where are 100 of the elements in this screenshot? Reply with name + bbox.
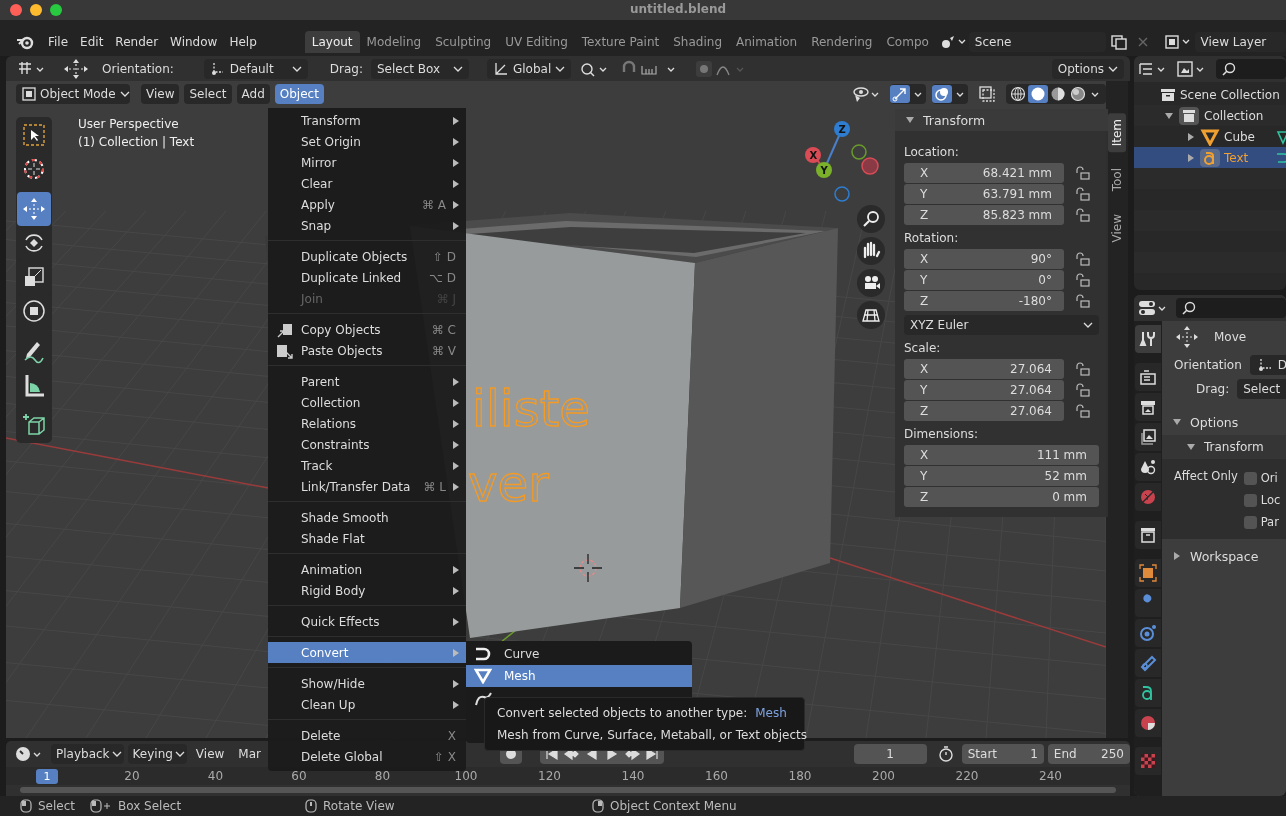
expand-icon[interactable] bbox=[1186, 442, 1196, 452]
wireframe-shading-icon[interactable] bbox=[1008, 85, 1028, 103]
menu-item[interactable]: Curve bbox=[466, 643, 692, 665]
hand-icon[interactable] bbox=[857, 237, 885, 265]
camera-icon[interactable] bbox=[857, 269, 885, 297]
scene-tab[interactable] bbox=[1135, 453, 1161, 481]
lock-icon[interactable] bbox=[1074, 362, 1090, 376]
menu-item[interactable]: Delete Global ⇧ X bbox=[268, 746, 466, 767]
expand-icon[interactable] bbox=[1172, 417, 1182, 427]
drag-dropdown[interactable]: Select bbox=[1237, 379, 1286, 399]
expand-icon[interactable] bbox=[1186, 131, 1196, 142]
checkbox-label[interactable]: Par bbox=[1260, 515, 1279, 529]
menu-item[interactable]: Link/Transfer Data ⌘ L bbox=[268, 476, 466, 497]
options-dropdown[interactable]: Options bbox=[1051, 58, 1124, 79]
gizmo-toggle[interactable] bbox=[890, 84, 926, 104]
render-tab[interactable] bbox=[1135, 363, 1161, 391]
menu-item[interactable]: Transform bbox=[268, 110, 466, 131]
navigation-gizmo[interactable]: Z X Y bbox=[805, 121, 879, 202]
menu-bar-item[interactable]: Edit bbox=[74, 31, 110, 53]
view-layer-tab[interactable] bbox=[1135, 423, 1161, 451]
viewport-menu[interactable]: Select bbox=[184, 84, 232, 104]
menu-item[interactable]: Snap bbox=[268, 215, 466, 236]
scene-field[interactable]: Scene bbox=[968, 32, 1106, 52]
zoom-window-button[interactable] bbox=[50, 4, 62, 16]
viewport-menu[interactable]: Add bbox=[236, 84, 270, 104]
lock-icon[interactable] bbox=[1074, 187, 1090, 201]
number-field[interactable]: X 68.421 mm bbox=[904, 163, 1064, 183]
search-field[interactable] bbox=[1176, 298, 1286, 318]
copy-icon[interactable] bbox=[1108, 34, 1129, 50]
sidebar-tab[interactable]: Item bbox=[1108, 113, 1126, 153]
workspace-tab[interactable]: Sculpting bbox=[428, 31, 499, 53]
constraints-tab[interactable] bbox=[1135, 649, 1161, 677]
modifiers-tab[interactable] bbox=[1135, 589, 1161, 617]
outliner-item[interactable]: Scene Collection bbox=[1180, 87, 1280, 102]
panel-header[interactable]: Options bbox=[1190, 414, 1239, 430]
menu-item[interactable]: Track bbox=[268, 455, 466, 476]
number-field[interactable]: Y 27.064 bbox=[904, 380, 1064, 400]
view-layer-icon[interactable] bbox=[1163, 34, 1192, 50]
search-field[interactable] bbox=[1216, 59, 1286, 79]
zoom-icon[interactable] bbox=[857, 205, 885, 233]
end-frame-field[interactable]: End 250 bbox=[1047, 744, 1130, 764]
workspace-tab[interactable]: Shading bbox=[666, 31, 729, 53]
start-frame-field[interactable]: Start 1 bbox=[961, 744, 1044, 764]
number-field[interactable]: X 111 mm bbox=[904, 445, 1099, 465]
physics-tab[interactable] bbox=[1135, 619, 1161, 647]
current-frame-marker[interactable]: 1 bbox=[36, 769, 58, 784]
menu-bar-item[interactable]: Help bbox=[223, 31, 263, 53]
menu-item[interactable]: Apply ⌘ A bbox=[268, 194, 466, 215]
sidebar-tab[interactable]: View bbox=[1108, 207, 1126, 249]
scene-icon[interactable] bbox=[939, 34, 966, 50]
editor-type-icon[interactable] bbox=[1137, 60, 1167, 78]
workspace-tab[interactable]: Compo bbox=[879, 31, 936, 53]
rotation-mode-dropdown[interactable]: XYZ Euler bbox=[904, 315, 1099, 335]
workspace-tab[interactable]: Rendering bbox=[804, 31, 880, 53]
workspace-tab[interactable]: Texture Paint bbox=[574, 31, 667, 53]
checkbox-label[interactable]: Loc bbox=[1260, 493, 1281, 507]
close-window-button[interactable] bbox=[10, 4, 22, 16]
workspace-tab[interactable]: Layout bbox=[304, 31, 360, 53]
object-tab[interactable] bbox=[1135, 559, 1161, 587]
mesh-data-icon[interactable] bbox=[1276, 128, 1286, 145]
timeline-scrollbar[interactable] bbox=[20, 787, 1116, 793]
workspace-tab[interactable]: Modeling bbox=[359, 31, 429, 53]
viewport-menu[interactable]: Object bbox=[274, 84, 324, 104]
menu-item[interactable]: Copy Objects ⌘ C bbox=[268, 319, 466, 340]
grid-icon[interactable] bbox=[857, 301, 885, 329]
stopwatch-icon[interactable] bbox=[936, 745, 955, 763]
data-tab[interactable] bbox=[1135, 679, 1161, 707]
expand-icon[interactable] bbox=[1172, 551, 1182, 561]
number-field[interactable]: Z 0 mm bbox=[904, 487, 1099, 507]
menu-item[interactable]: Show/Hide bbox=[268, 673, 466, 694]
overlays-toggle[interactable] bbox=[932, 84, 968, 104]
number-field[interactable]: Y 63.791 mm bbox=[904, 184, 1064, 204]
menu-item[interactable]: Convert bbox=[268, 642, 466, 663]
lock-icon[interactable] bbox=[1074, 208, 1090, 222]
menu-item[interactable]: Mesh bbox=[466, 665, 692, 687]
outliner-item[interactable]: Collection bbox=[1204, 108, 1264, 123]
visibility-icon[interactable] bbox=[851, 85, 881, 103]
lock-icon[interactable] bbox=[1074, 252, 1090, 266]
collection-tab[interactable] bbox=[1135, 521, 1161, 549]
current-frame-field[interactable]: 1 bbox=[853, 744, 927, 764]
menu-item[interactable]: Quick Effects bbox=[268, 611, 466, 632]
mode-dropdown[interactable]: Object Mode bbox=[16, 84, 130, 104]
menu-item[interactable]: Collection bbox=[268, 392, 466, 413]
expand-icon[interactable] bbox=[1186, 152, 1196, 163]
menu-item[interactable]: Set Origin bbox=[268, 131, 466, 152]
number-field[interactable]: Z -180° bbox=[904, 291, 1064, 311]
checkbox-label[interactable]: Ori bbox=[1260, 471, 1278, 485]
lock-icon[interactable] bbox=[1074, 273, 1090, 287]
menu-item[interactable]: Clear bbox=[268, 173, 466, 194]
output-tab[interactable] bbox=[1135, 393, 1161, 421]
outliner-item[interactable]: Text bbox=[1224, 150, 1249, 165]
timeline-menu[interactable]: Mar bbox=[233, 744, 266, 764]
lock-icon[interactable] bbox=[1074, 166, 1090, 180]
menu-item[interactable]: Shade Smooth bbox=[268, 507, 466, 528]
orientation-dropdown[interactable]: D bbox=[1249, 355, 1286, 375]
solid-shading-icon[interactable] bbox=[1028, 85, 1048, 103]
panel-header[interactable]: Workspace bbox=[1190, 548, 1259, 564]
lock-icon[interactable] bbox=[1074, 294, 1090, 308]
view-layer-field[interactable]: View Layer bbox=[1194, 32, 1286, 52]
lock-icon[interactable] bbox=[1074, 404, 1090, 418]
